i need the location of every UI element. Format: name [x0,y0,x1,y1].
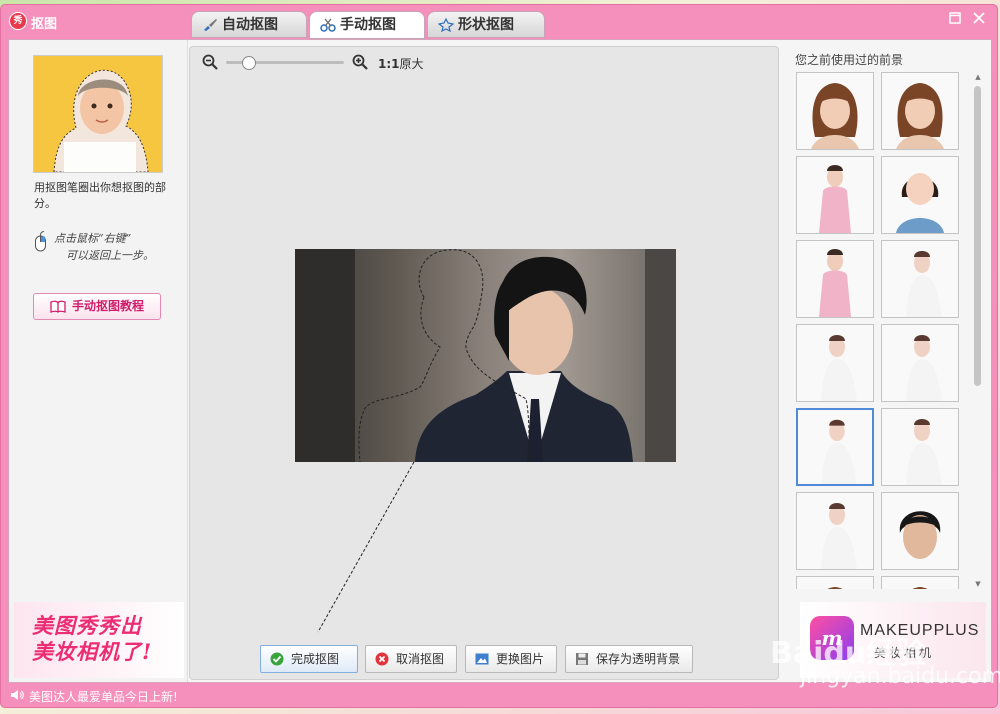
save-icon [576,653,588,665]
ad-text: 美图秀秀出 美妆相机了! [32,613,182,665]
speaker-icon [11,690,24,700]
save-label: 保存为透明背景 [596,652,681,666]
shape-icon [438,18,454,32]
baidu-watermark-url: jingyan.baidu.com [800,664,1000,689]
foreground-thumbnail[interactable] [881,576,959,589]
woman-bangs-image [811,83,859,149]
recent-foregrounds-title: 您之前使用过的前景 [795,53,904,67]
foreground-thumbnail[interactable] [881,156,959,234]
replace-label: 更换图片 [496,652,545,666]
woman-denim-image [896,173,944,233]
scrollbar-thumb[interactable] [974,86,981,386]
status-message[interactable]: 美图达人最爱单品今日上新! [29,688,178,705]
woman-bangs-image [827,587,843,589]
image-icon [475,653,489,665]
woman-white-dress-image [821,503,857,569]
cancel-cutout-button[interactable]: 取消抠图 [365,645,457,673]
manual-cutout-tutorial-button[interactable]: 手动抠图教程 [33,293,161,320]
right-panel: 您之前使用过的前景 ▲ ▼ m MAKEUPPLUS 美妆相机 [787,40,991,682]
maximize-button[interactable] [947,12,963,28]
main-content: 用抠图笔圈出你想抠图的部分。 点击鼠标“右键” 可以返回上一步。 手动抠图教程 … [8,39,992,683]
maximize-icon [949,12,961,24]
foreground-thumbnail[interactable] [796,240,874,318]
foreground-thumbnail[interactable] [796,156,874,234]
man-face-image [899,511,941,559]
tab-shape-cutout[interactable]: 形状抠图 [427,11,545,38]
ratio-label: 原大 [399,57,424,71]
app-window: 秀 抠图 自动抠图 手动抠图 形状抠图 用抠图笔圈出你想抠图的部分。 点击鼠标“… [0,4,998,708]
scroll-down-arrow-icon[interactable]: ▼ [973,579,983,589]
zoom-in-icon[interactable] [352,54,368,70]
help-text: 用抠图笔圈出你想抠图的部分。 [34,181,166,210]
foreground-thumbnail[interactable] [796,576,874,589]
scroll-up-arrow-icon[interactable]: ▲ [973,72,983,82]
foreground-thumbnail[interactable] [796,72,874,150]
foreground-thumbnail[interactable] [881,240,959,318]
save-transparent-button[interactable]: 保存为透明背景 [565,645,693,673]
woman-bangs-image [912,587,928,589]
tab-label: 自动抠图 [222,17,278,33]
woman-white-dress-image [906,335,942,401]
left-panel: 用抠图笔圈出你想抠图的部分。 点击鼠标“右键” 可以返回上一步。 手动抠图教程 … [9,40,188,682]
woman-pink-dress-image [819,249,851,317]
grid-scrollbar[interactable]: ▲ ▼ [973,72,983,589]
tab-manual-cutout[interactable]: 手动抠图 [309,11,425,39]
foreground-thumbnail[interactable] [796,324,874,402]
cancel-icon [375,652,389,666]
close-button[interactable] [971,12,987,28]
foreground-thumbnail[interactable] [881,324,959,402]
foreground-thumbnail[interactable] [881,492,959,570]
example-thumbnail [33,55,163,173]
meitu-makeup-ad[interactable]: 美图秀秀出 美妆相机了! [14,602,184,678]
ad-line-1: 美图秀秀出 [32,613,142,638]
app-logo-icon: 秀 [9,12,27,30]
person-photo [295,249,676,462]
tab-label: 形状抠图 [458,17,514,33]
title-bar[interactable]: 秀 抠图 自动抠图 手动抠图 形状抠图 [1,5,997,39]
foreground-thumbnail[interactable] [796,492,874,570]
editing-canvas[interactable]: 1:1原大 完成抠图 取消抠图 更换图片 保存为透明背景 [189,46,779,680]
brush-icon [204,19,217,31]
tutorial-button-label: 手动抠图教程 [72,299,145,313]
checkmark-icon [270,652,284,666]
foreground-thumbnail-selected[interactable] [796,408,874,486]
recent-foregrounds-grid [796,72,964,589]
woman-white-dress-image [821,419,857,484]
hint-line-1: 点击鼠标“右键” [54,232,132,245]
actual-size-button[interactable]: 1:1原大 [378,55,424,72]
woman-white-dress-image [906,419,942,485]
photo-being-edited[interactable] [295,249,676,462]
hint-line-2: 可以返回上一步。 [66,249,154,262]
finish-cutout-button[interactable]: 完成抠图 [260,645,358,673]
mouse-icon [35,231,46,252]
woman-white-dress-image [906,251,942,317]
hint-text: 点击鼠标“右键” 可以返回上一步。 [54,230,154,264]
woman-bangs-image [896,83,944,149]
zoom-slider-knob[interactable] [242,56,256,70]
baby-example-image [34,56,162,172]
woman-white-dress-image [821,335,857,401]
scissors-icon [320,18,336,32]
finish-label: 完成抠图 [291,652,340,666]
replace-image-button[interactable]: 更换图片 [465,645,557,673]
ad-line-2: 美妆相机了! [32,639,153,664]
cancel-label: 取消抠图 [396,652,445,666]
book-icon [50,300,66,313]
tab-auto-cutout[interactable]: 自动抠图 [191,11,307,38]
woman-pink-dress-image [819,165,851,233]
window-title: 抠图 [31,17,58,32]
ratio-value: 1:1 [378,57,400,71]
tab-label: 手动抠图 [340,17,396,33]
zoom-slider[interactable] [226,56,344,70]
zoom-out-icon[interactable] [202,54,218,70]
foreground-thumbnail[interactable] [881,72,959,150]
close-icon [973,12,985,24]
foreground-thumbnail[interactable] [881,408,959,486]
